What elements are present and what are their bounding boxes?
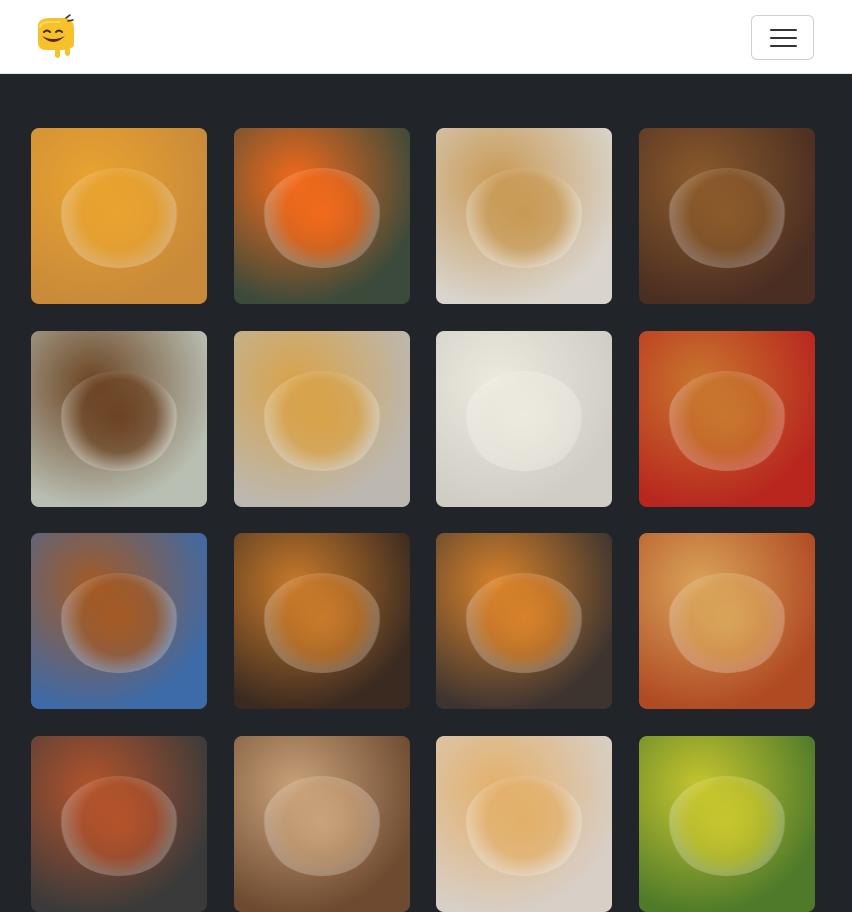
dish-photo-sushi-roll[interactable]: [234, 128, 410, 304]
dish-photo-sugar-doughnuts[interactable]: [234, 736, 410, 912]
dish-photo-loaded-baked-potato[interactable]: [234, 331, 410, 507]
dish-photo-double-cheeseburger[interactable]: [234, 533, 410, 709]
navbar: [0, 0, 852, 74]
smiling-blob-logo[interactable]: [32, 14, 76, 60]
dish-photo-lentil-soup[interactable]: [31, 128, 207, 304]
dish-food: [667, 573, 787, 673]
dish-photo-falafel[interactable]: [31, 331, 207, 507]
dish-food: [262, 371, 382, 471]
dish-food: [464, 776, 584, 876]
menu-toggle-button[interactable]: [751, 15, 814, 60]
dish-food: [262, 168, 382, 268]
dish-food: [667, 776, 787, 876]
dish-food: [59, 776, 179, 876]
dish-food: [262, 573, 382, 673]
dish-food: [464, 168, 584, 268]
dish-food: [464, 573, 584, 673]
dish-photo-poutine-fries[interactable]: [436, 533, 612, 709]
dish-food: [59, 371, 179, 471]
dish-food: [667, 168, 787, 268]
dish-photo-steamed-dumplings[interactable]: [436, 331, 612, 507]
dish-food: [59, 573, 179, 673]
dish-photo-lasagna[interactable]: [639, 331, 815, 507]
dish-photo-koshari[interactable]: [639, 533, 815, 709]
dish-photo-couscous-platter[interactable]: [31, 533, 207, 709]
dish-photo-pancakes[interactable]: [436, 736, 612, 912]
dish-food: [667, 371, 787, 471]
dish-photo-nachos[interactable]: [639, 736, 815, 912]
dish-food: [464, 371, 584, 471]
dish-photo-liver-with-onions[interactable]: [639, 128, 815, 304]
dish-photo-meat-pie[interactable]: [436, 128, 612, 304]
dish-food: [59, 168, 179, 268]
dish-photo-harira-soup[interactable]: [31, 736, 207, 912]
dish-food: [262, 776, 382, 876]
